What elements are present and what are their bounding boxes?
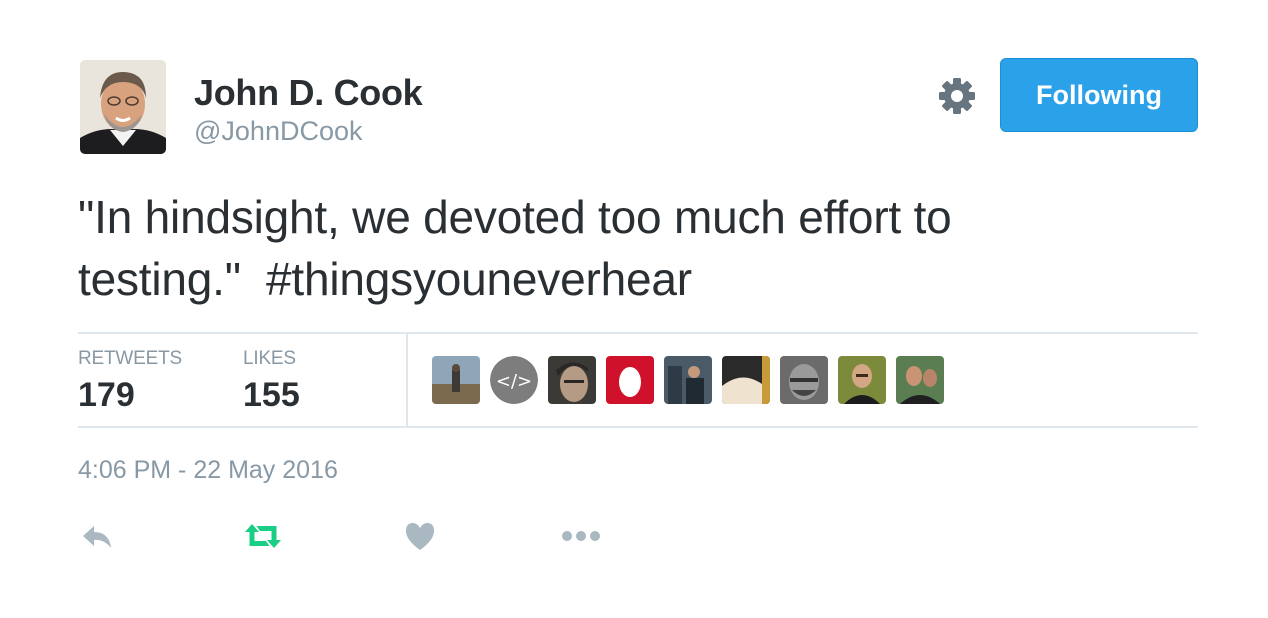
author-handle[interactable]: @JohnDCook [194,116,363,147]
retweets-count: 179 [78,376,135,414]
tweet-timestamp[interactable]: 4:06 PM - 22 May 2016 [78,456,338,485]
svg-text:</>: </> [496,371,532,392]
reply-icon[interactable] [80,518,116,554]
liker-avatar-8[interactable] [838,356,886,404]
liker-avatar-3[interactable] [548,356,596,404]
gear-icon[interactable] [937,76,977,116]
author-name[interactable]: John D. Cook [194,72,423,114]
stats-top-divider [78,332,1198,334]
tweet-text: "In hindsight, we devoted too much effor… [78,186,1178,310]
liker-avatar-1[interactable] [432,356,480,404]
liker-avatar-5[interactable] [664,356,712,404]
retweets-label: RETWEETS [78,348,182,369]
liker-avatar-2[interactable]: </> [490,356,538,404]
likers-facepile: </> [432,356,954,404]
more-icon[interactable] [560,518,602,554]
likes-count: 155 [243,376,300,414]
heart-icon[interactable] [404,518,436,554]
hashtag-link[interactable]: #thingsyouneverhear [266,253,692,305]
stats-bottom-divider [78,426,1198,428]
author-avatar[interactable] [80,60,166,154]
following-button[interactable]: Following [1000,58,1198,132]
likes-label: LIKES [243,348,296,369]
liker-avatar-9[interactable] [896,356,944,404]
liker-avatar-4[interactable] [606,356,654,404]
liker-avatar-7[interactable] [780,356,828,404]
liker-avatar-6[interactable] [722,356,770,404]
stats-vertical-divider [406,334,408,426]
retweet-icon[interactable] [242,518,284,554]
